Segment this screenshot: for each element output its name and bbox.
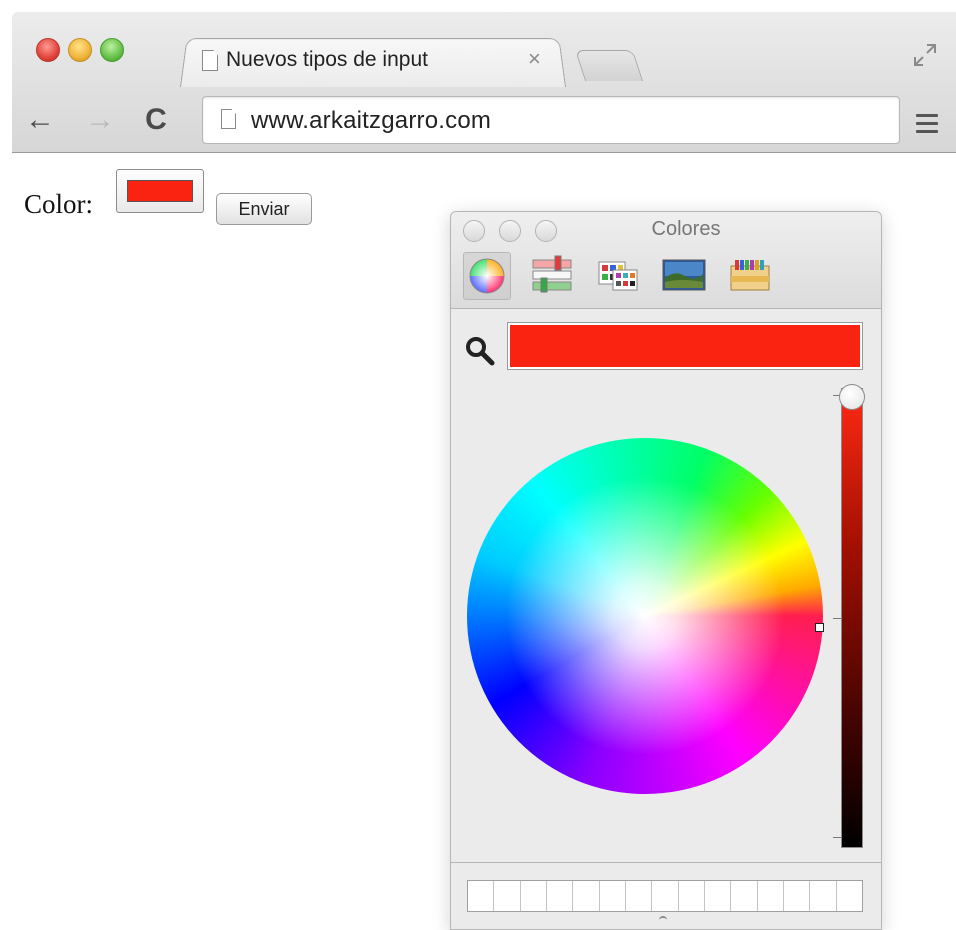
color-sliders-icon[interactable] [529, 252, 575, 298]
color-swatch-slot[interactable] [810, 881, 837, 911]
resize-handle[interactable] [659, 916, 667, 924]
color-swatch-slot[interactable] [757, 881, 784, 911]
color-swatch-slot[interactable] [494, 881, 521, 911]
page-icon [202, 50, 218, 71]
color-swatch-slot[interactable] [573, 881, 600, 911]
color-panel-titlebar: Colores [451, 212, 881, 309]
color-input[interactable] [116, 169, 204, 213]
address-bar[interactable]: www.arkaitzgarro.com [202, 96, 900, 144]
color-swatch-slot[interactable] [520, 881, 547, 911]
fullscreen-icon[interactable] [912, 42, 938, 68]
color-swatch-slot[interactable] [783, 881, 811, 911]
color-swatch-slot[interactable] [625, 881, 653, 911]
tab-title: Nuevos tipos de input [226, 48, 428, 71]
reload-button[interactable]: C [138, 102, 174, 138]
color-swatch-slot[interactable] [652, 881, 679, 911]
image-palettes-icon[interactable] [661, 252, 707, 298]
divider [451, 862, 881, 863]
brightness-slider-knob[interactable] [839, 384, 865, 410]
slider-tick [833, 618, 841, 619]
window-minimize-icon[interactable] [68, 38, 92, 62]
color-wheel[interactable] [467, 438, 823, 794]
color-wheel-icon[interactable] [463, 252, 511, 300]
tab-close-icon[interactable]: × [528, 46, 541, 72]
browser-toolbar: ← → C www.arkaitzgarro.com [12, 88, 956, 152]
brightness-slider[interactable] [841, 388, 863, 848]
color-panel-title: Colores [651, 218, 721, 240]
magnifier-icon[interactable] [465, 336, 495, 366]
forward-button[interactable]: → [82, 102, 118, 138]
menu-icon[interactable] [916, 114, 938, 138]
color-swatch-slot[interactable] [731, 881, 758, 911]
color-swatch-slot[interactable] [546, 881, 574, 911]
new-tab-button[interactable] [574, 50, 644, 81]
back-button[interactable]: ← [22, 102, 58, 138]
color-label: Color: [24, 189, 94, 219]
current-color-well[interactable] [507, 322, 863, 370]
window-zoom-icon[interactable] [100, 38, 124, 62]
color-swatch-slot[interactable] [836, 881, 862, 911]
color-panel: Colores [450, 211, 882, 930]
address-bar-url[interactable]: www.arkaitzgarro.com [251, 107, 491, 135]
color-swatch-slot[interactable] [468, 881, 495, 911]
color-swatch-slot[interactable] [704, 881, 732, 911]
window-close-icon[interactable] [36, 38, 60, 62]
submit-button[interactable]: Enviar [216, 193, 312, 225]
browser-chrome: Nuevos tipos de input × ← → C www.arkait… [12, 12, 956, 153]
color-swatches[interactable] [467, 880, 863, 912]
color-palettes-icon[interactable] [595, 252, 641, 298]
color-wheel-marker[interactable] [815, 623, 824, 632]
color-swatch-slot[interactable] [599, 881, 626, 911]
color-input-swatch [127, 180, 193, 202]
browser-tab-content[interactable]: Nuevos tipos de input × [190, 42, 554, 84]
color-swatch-slot[interactable] [678, 881, 705, 911]
page-icon [221, 109, 236, 129]
slider-tick [833, 837, 841, 838]
crayons-icon[interactable] [727, 252, 773, 298]
